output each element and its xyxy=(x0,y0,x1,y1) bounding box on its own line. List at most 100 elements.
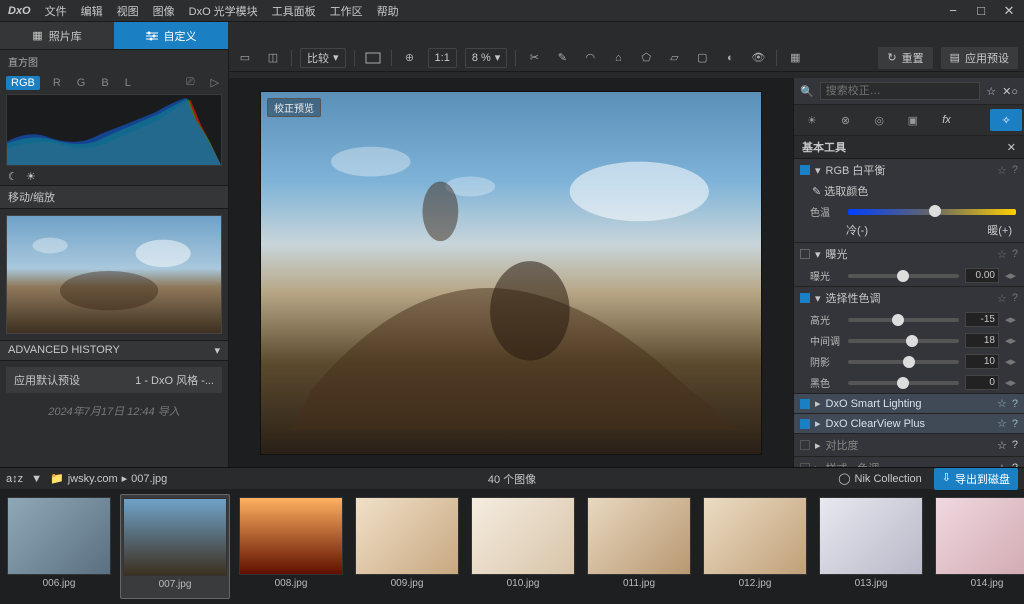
star-icon[interactable]: ☆ xyxy=(997,164,1007,177)
channel-r[interactable]: R xyxy=(50,76,64,90)
thumb-filename: 007.jpg xyxy=(159,579,192,590)
minimize-button[interactable]: − xyxy=(946,3,960,18)
star-icon[interactable]: ☆ xyxy=(997,248,1007,261)
tab-customize-label: 自定义 xyxy=(164,28,197,44)
exposure-group: ▾ 曝光 ☆ ? 曝光 0.00 ◂▸ xyxy=(794,243,1024,287)
wb-checkbox[interactable] xyxy=(800,165,810,175)
stepper-icon[interactable]: ◂▸ xyxy=(1005,269,1016,282)
maximize-button[interactable]: □ xyxy=(974,3,988,18)
channel-b[interactable]: B xyxy=(98,76,111,90)
image-viewer[interactable]: 校正预览 xyxy=(229,78,793,467)
stepper-icon[interactable]: ◂▸ xyxy=(1005,355,1016,368)
thumbnail[interactable]: 012.jpg xyxy=(700,494,810,599)
star-icon[interactable]: ☆ xyxy=(997,417,1007,430)
tone-slider[interactable]: 高光-15◂▸ xyxy=(794,309,1024,330)
tab-customize[interactable]: 自定义 xyxy=(114,22,228,49)
clear-icon[interactable]: ✕○ xyxy=(1002,85,1018,98)
close-icon[interactable]: ✕ xyxy=(1007,141,1016,154)
history-item[interactable]: 应用默认预设 1 - DxO 风格 -... xyxy=(6,367,222,393)
screen-icon[interactable]: ⎚ xyxy=(183,75,198,90)
stepper-icon[interactable]: ◂▸ xyxy=(1005,376,1016,389)
clearview-group[interactable]: ▸ DxO ClearView Plus ☆ ? xyxy=(794,414,1024,434)
sun-icon[interactable]: ☀ xyxy=(26,170,36,183)
filmstrip[interactable]: 006.jpg 007.jpg 008.jpg 009.jpg 010.jpg011.j… xyxy=(0,489,1024,604)
history-style: 1 - DxO 风格 -... xyxy=(135,372,214,388)
chevron-down-icon[interactable]: ▾ xyxy=(815,248,821,261)
menu-optical[interactable]: DxO 光学模块 xyxy=(189,3,258,19)
fx-icon[interactable]: fx xyxy=(931,109,963,131)
channel-l[interactable]: L xyxy=(122,76,134,90)
help-icon[interactable]: ? xyxy=(1012,292,1018,304)
menu-file[interactable]: 文件 xyxy=(45,3,67,19)
selective-checkbox[interactable] xyxy=(800,293,810,303)
help-icon[interactable]: ? xyxy=(1012,398,1018,410)
color-icon[interactable]: ⊗ xyxy=(830,109,862,131)
sort-button[interactable]: a↕z xyxy=(6,473,23,485)
moon-icon[interactable]: ☾ xyxy=(8,170,18,183)
help-icon[interactable]: ? xyxy=(1012,164,1018,176)
menu-edit[interactable]: 编辑 xyxy=(81,3,103,19)
geometry-icon[interactable]: ▣ xyxy=(897,109,929,131)
style-tone-group[interactable]: ▸ 样式 - 色调 ☆ ? xyxy=(794,457,1024,467)
thumbnail[interactable]: 010.jpg xyxy=(468,494,578,599)
thumbnail[interactable]: 006.jpg xyxy=(4,494,114,599)
star-icon[interactable]: ☆ xyxy=(997,397,1007,410)
menu-workspace[interactable]: 工作区 xyxy=(330,3,363,19)
star-icon[interactable]: ☆ xyxy=(997,439,1007,452)
menu-help[interactable]: 帮助 xyxy=(377,3,399,19)
channel-rgb[interactable]: RGB xyxy=(6,76,40,90)
clearview-checkbox[interactable] xyxy=(800,419,810,429)
help-icon[interactable]: ? xyxy=(1012,418,1018,430)
stepper-icon[interactable]: ◂▸ xyxy=(1005,334,1016,347)
channel-g[interactable]: G xyxy=(74,76,89,90)
tone-slider[interactable]: 阴影10◂▸ xyxy=(794,351,1024,372)
export-button[interactable]: ⇩导出到磁盘 xyxy=(934,468,1018,490)
thumbnail[interactable]: 007.jpg xyxy=(120,494,230,599)
nik-collection-button[interactable]: ◯Nik Collection xyxy=(832,470,928,487)
star-icon[interactable]: ☆ xyxy=(997,292,1007,305)
menu-bar: DxO 文件 编辑 视图 图像 DxO 光学模块 工具面板 工作区 帮助 − □… xyxy=(0,0,1024,22)
menu-view[interactable]: 视图 xyxy=(117,3,139,19)
breadcrumb[interactable]: 📁 jwsky.com▸007.jpg xyxy=(50,472,167,485)
contrast-group[interactable]: ▸ 对比度 ☆ ? xyxy=(794,434,1024,457)
wb-title: RGB 白平衡 xyxy=(826,162,992,178)
navigator-preview[interactable] xyxy=(6,215,222,334)
stepper-icon[interactable]: ◂▸ xyxy=(1005,313,1016,326)
chevron-right-icon: ▸ xyxy=(815,397,821,410)
exposure-slider[interactable]: 曝光 0.00 ◂▸ xyxy=(794,265,1024,286)
help-icon[interactable]: ? xyxy=(1012,439,1018,451)
exposure-value[interactable]: 0.00 xyxy=(965,268,999,283)
histogram-channels: RGB R G B L ⎚ ▷ xyxy=(0,73,228,92)
filter-button[interactable]: ▼ xyxy=(31,473,42,485)
expand-icon[interactable]: ▷ xyxy=(208,75,222,90)
thumbnail[interactable]: 011.jpg xyxy=(584,494,694,599)
wb-temp-slider[interactable]: 色温 xyxy=(794,201,1024,222)
smart-checkbox[interactable] xyxy=(800,399,810,409)
wb-pick-color[interactable]: ✎ 选取颜色 xyxy=(794,181,1024,201)
close-button[interactable]: ✕ xyxy=(1002,3,1016,19)
thumbnail[interactable]: 014.jpg xyxy=(932,494,1024,599)
menu-image[interactable]: 图像 xyxy=(153,3,175,19)
star-icon[interactable]: ☆ xyxy=(986,85,996,98)
search-input[interactable] xyxy=(820,82,981,100)
thumb-image xyxy=(587,497,691,575)
menu-tool-panel[interactable]: 工具面板 xyxy=(272,3,316,19)
thumb-filename: 009.jpg xyxy=(391,578,424,589)
tone-slider[interactable]: 黑色0◂▸ xyxy=(794,372,1024,393)
tab-library[interactable]: ▦ 照片库 xyxy=(0,22,114,49)
light-icon[interactable]: ☀ xyxy=(796,109,828,131)
white-balance-group: ▾ RGB 白平衡 ☆ ? ✎ 选取颜色 色温 冷(-)暖(+) xyxy=(794,159,1024,243)
thumbnail[interactable]: 008.jpg xyxy=(236,494,346,599)
exposure-checkbox[interactable] xyxy=(800,249,810,259)
thumbnail[interactable]: 009.jpg xyxy=(352,494,462,599)
chevron-down-icon[interactable]: ▾ xyxy=(815,164,821,177)
tone-slider[interactable]: 中间调18◂▸ xyxy=(794,330,1024,351)
chevron-down-icon[interactable]: ▾ xyxy=(815,292,821,305)
wand-icon[interactable]: ✧ xyxy=(990,109,1022,131)
help-icon[interactable]: ? xyxy=(1012,248,1018,260)
search-icon: 🔍 xyxy=(800,85,814,98)
detail-icon[interactable]: ◎ xyxy=(863,109,895,131)
smart-lighting-group[interactable]: ▸ DxO Smart Lighting ☆ ? xyxy=(794,394,1024,414)
main-area: 直方图 RGB R G B L ⎚ ▷ ☾ ☀ 移动/缩放 xyxy=(0,50,1024,467)
thumbnail[interactable]: 013.jpg xyxy=(816,494,926,599)
